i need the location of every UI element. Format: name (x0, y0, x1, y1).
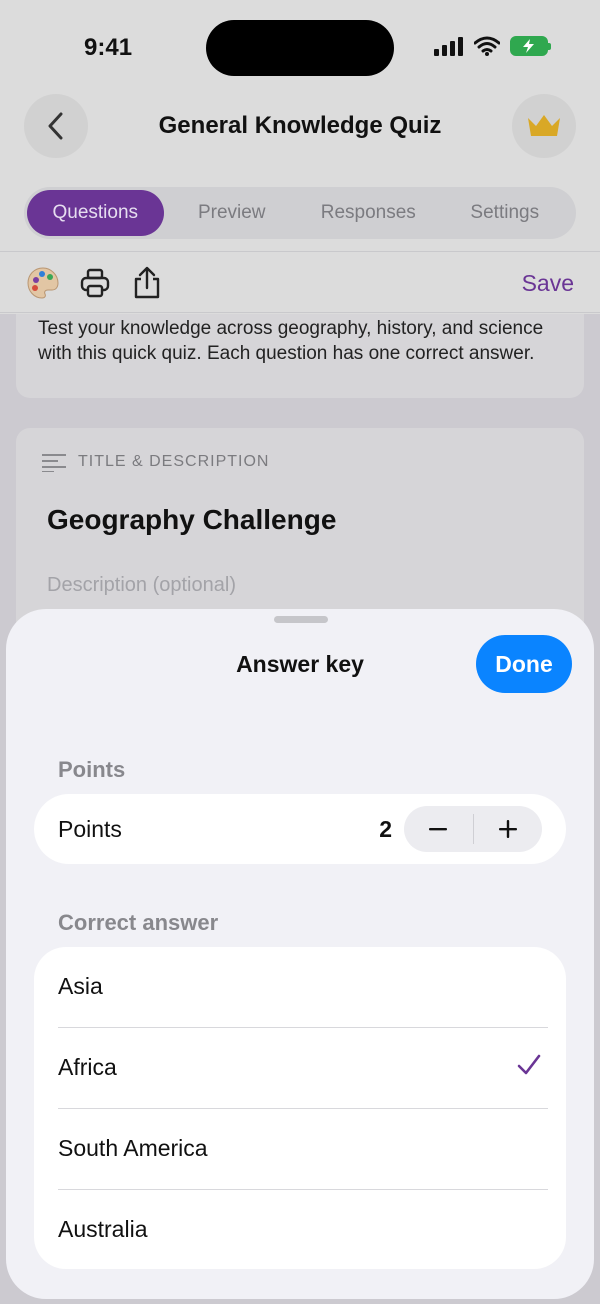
navigation-bar: General Knowledge Quiz (0, 90, 600, 162)
save-button[interactable]: Save (522, 270, 574, 297)
cellular-signal-icon (434, 37, 463, 56)
correct-answer-group-label: Correct answer (58, 910, 219, 935)
answer-label: Asia (58, 973, 103, 999)
section-label-text: TITLE & DESCRIPTION (78, 453, 270, 470)
section-description-field[interactable]: Description (optional) (47, 574, 236, 597)
points-value: 2 (379, 816, 392, 842)
done-button[interactable]: Done (476, 635, 572, 693)
minus-icon (429, 828, 448, 831)
printer-icon (80, 268, 110, 298)
tab-bar: Questions Preview Responses Settings (24, 187, 576, 239)
points-row: Points 2 (34, 794, 566, 864)
answer-option-south-america[interactable]: South America (34, 1109, 566, 1190)
answer-label: Australia (58, 1216, 148, 1242)
decrement-button[interactable] (404, 806, 473, 852)
checkmark-icon (517, 1054, 541, 1075)
increment-button[interactable] (474, 806, 543, 852)
wifi-icon (474, 36, 500, 56)
text-lines-icon (42, 454, 66, 472)
tab-responses[interactable]: Responses (300, 190, 437, 236)
premium-button[interactable] (512, 94, 576, 158)
share-icon (134, 266, 160, 299)
page-title: General Knowledge Quiz (158, 112, 442, 139)
sheet-grabber[interactable] (274, 616, 328, 623)
dynamic-island (206, 20, 394, 76)
answer-label: Africa (58, 1054, 117, 1080)
crown-icon (528, 115, 560, 136)
answer-options-list: Asia Africa South America Australia (34, 947, 566, 1269)
tab-preview[interactable]: Preview (164, 190, 301, 236)
points-stepper (404, 806, 542, 852)
palette-button[interactable] (26, 266, 60, 300)
section-title[interactable]: Geography Challenge (47, 504, 336, 536)
answer-label: South America (58, 1135, 208, 1161)
status-time: 9:41 (84, 34, 133, 61)
share-button[interactable] (130, 266, 164, 300)
print-button[interactable] (78, 266, 112, 300)
answer-option-asia[interactable]: Asia (34, 947, 566, 1028)
palette-icon (27, 267, 59, 299)
status-bar: 9:41 (0, 0, 600, 90)
answer-option-africa[interactable]: Africa (34, 1028, 566, 1109)
status-icons (434, 36, 551, 56)
quiz-description: Test your knowledge across geography, hi… (38, 318, 544, 364)
points-group-label: Points (58, 757, 126, 782)
battery-icon (510, 36, 551, 56)
answer-key-sheet: Answer key Done Points Points 2 Correct … (6, 609, 594, 1299)
answer-option-australia[interactable]: Australia (34, 1190, 566, 1269)
quiz-description-card[interactable]: Test your knowledge across geography, hi… (16, 314, 584, 398)
tab-questions[interactable]: Questions (27, 190, 164, 236)
tab-settings[interactable]: Settings (437, 190, 574, 236)
points-label: Points (58, 816, 122, 842)
editor-toolbar: Save (0, 251, 600, 313)
plus-icon (498, 820, 517, 838)
section-type-label: TITLE & DESCRIPTION (42, 452, 269, 472)
